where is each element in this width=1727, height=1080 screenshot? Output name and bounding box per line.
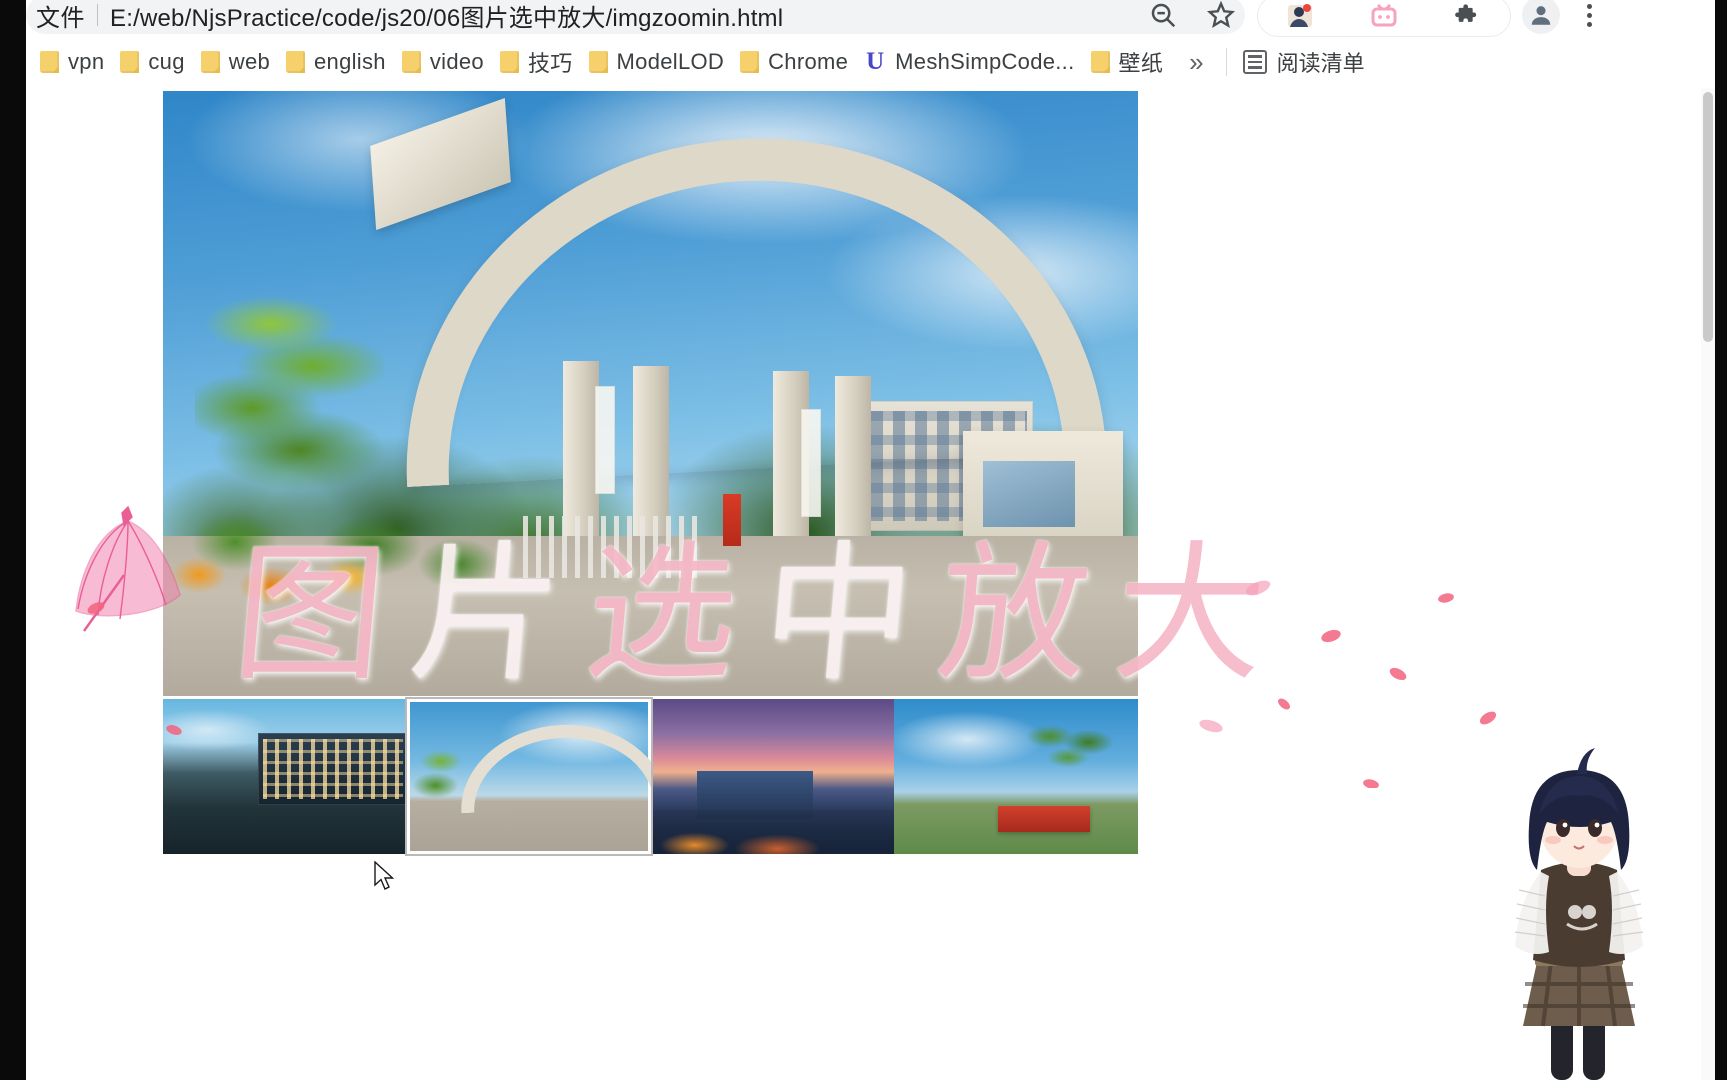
reading-list-icon	[1242, 50, 1267, 74]
letterbox-left	[0, 0, 26, 1080]
thumbnail-item-1[interactable]	[406, 699, 651, 854]
browser-chrome: 文件 E:/web/NjsPractice/code/js20/06图片选中放大…	[26, 0, 1715, 88]
university-gate-main-photo[interactable]	[163, 91, 1138, 696]
menu-dot	[1586, 12, 1592, 18]
page-scrollbar[interactable]	[1701, 88, 1715, 1080]
url-scheme-label: 文件	[36, 4, 85, 32]
folder-icon	[401, 51, 421, 73]
bookmark-item-cug[interactable]: cug	[114, 45, 194, 79]
profile-avatar-icon[interactable]	[1522, 0, 1560, 34]
screen-root: 文件 E:/web/NjsPractice/code/js20/06图片选中放大…	[0, 0, 1727, 1080]
bookmark-label: MeshSimpCode...	[895, 49, 1075, 74]
folder-icon	[120, 51, 140, 73]
bookmark-label: video	[429, 49, 484, 74]
u-letter-icon: U	[866, 48, 885, 75]
bookmark-item-web[interactable]: web	[195, 45, 280, 79]
folder-icon	[200, 51, 220, 73]
bookmark-item-vpn[interactable]: vpn	[34, 45, 114, 79]
bookmark-label: ModelLOD	[616, 49, 725, 74]
bookmarks-separator	[1225, 48, 1227, 76]
thumbnail-strip	[163, 699, 1138, 854]
folder-icon	[40, 51, 59, 73]
bookmark-label: web	[228, 49, 271, 74]
thumbnail-item-2[interactable]	[650, 699, 895, 854]
folder-icon	[740, 51, 760, 73]
avatar-extension-icon[interactable]	[1282, 0, 1318, 33]
flower-beds	[163, 498, 523, 608]
retractable-gate-fence	[523, 516, 703, 578]
reading-list-line	[1247, 60, 1262, 64]
reading-list-line	[1247, 66, 1262, 69]
thumbnail-item-0[interactable]	[163, 699, 407, 854]
page-viewport: 图片选中放大	[26, 88, 1715, 1080]
gate-name-tablet	[595, 386, 615, 494]
bookmark-item-bizhi[interactable]: 壁纸	[1085, 42, 1174, 82]
folder-icon	[1090, 51, 1110, 73]
bookmark-label: Chrome	[768, 49, 849, 74]
reading-list-label: 阅读清单	[1276, 51, 1365, 76]
bookmark-label: vpn	[68, 49, 105, 74]
bookmark-item-video[interactable]: video	[396, 45, 494, 79]
folder-icon	[499, 51, 519, 73]
red-banner	[723, 494, 741, 546]
pink-tv-extension-icon[interactable]	[1366, 0, 1402, 33]
anime-girl-character-overlay	[1514, 748, 1644, 1080]
thumbnail-item-3[interactable]	[894, 699, 1138, 854]
zoom-out-magnifier-icon[interactable]	[1146, 0, 1180, 32]
three-dot-menu-icon[interactable]	[1574, 0, 1604, 32]
page-scrollbar-thumb[interactable]	[1703, 92, 1713, 342]
reading-list-line	[1247, 55, 1262, 58]
bookmarks-overflow-button[interactable]: »	[1173, 47, 1217, 78]
bookmarks-bar: vpn cug web english video 技巧 ModelLOD Ch…	[26, 36, 1715, 88]
gate-name-tablet	[801, 409, 821, 517]
menu-dot	[1586, 3, 1592, 9]
bookmark-label: 壁纸	[1118, 51, 1164, 76]
omnibox-row: 文件 E:/web/NjsPractice/code/js20/06图片选中放大…	[26, 0, 1715, 36]
folder-icon	[588, 51, 608, 73]
menu-dot	[1586, 21, 1592, 27]
reading-list-button[interactable]: 阅读清单	[1235, 46, 1373, 78]
bookmark-item-modellod[interactable]: ModelLOD	[583, 45, 735, 79]
url-text: E:/web/NjsPractice/code/js20/06图片选中放大/im…	[110, 4, 784, 32]
bookmark-item-meshsimpcode[interactable]: U MeshSimpCode...	[858, 45, 1084, 79]
mouse-cursor	[374, 861, 395, 890]
address-bar[interactable]: 文件 E:/web/NjsPractice/code/js20/06图片选中放大…	[26, 0, 1245, 34]
puzzle-extensions-icon[interactable]	[1450, 0, 1486, 33]
folder-icon	[286, 51, 306, 73]
url-divider	[97, 4, 98, 26]
bookmark-star-icon[interactable]	[1204, 0, 1238, 32]
letterbox-right	[1715, 0, 1727, 1080]
bookmark-label: cug	[148, 49, 185, 74]
omnibox-actions	[1146, 0, 1238, 32]
bookmark-item-chrome[interactable]: Chrome	[734, 45, 858, 79]
bookmark-item-english[interactable]: english	[280, 45, 396, 79]
extensions-pill	[1258, 0, 1510, 36]
bookmark-label: 技巧	[527, 51, 573, 76]
bookmark-item-jiqiao[interactable]: 技巧	[494, 42, 583, 82]
bookmark-label: english	[314, 49, 386, 74]
